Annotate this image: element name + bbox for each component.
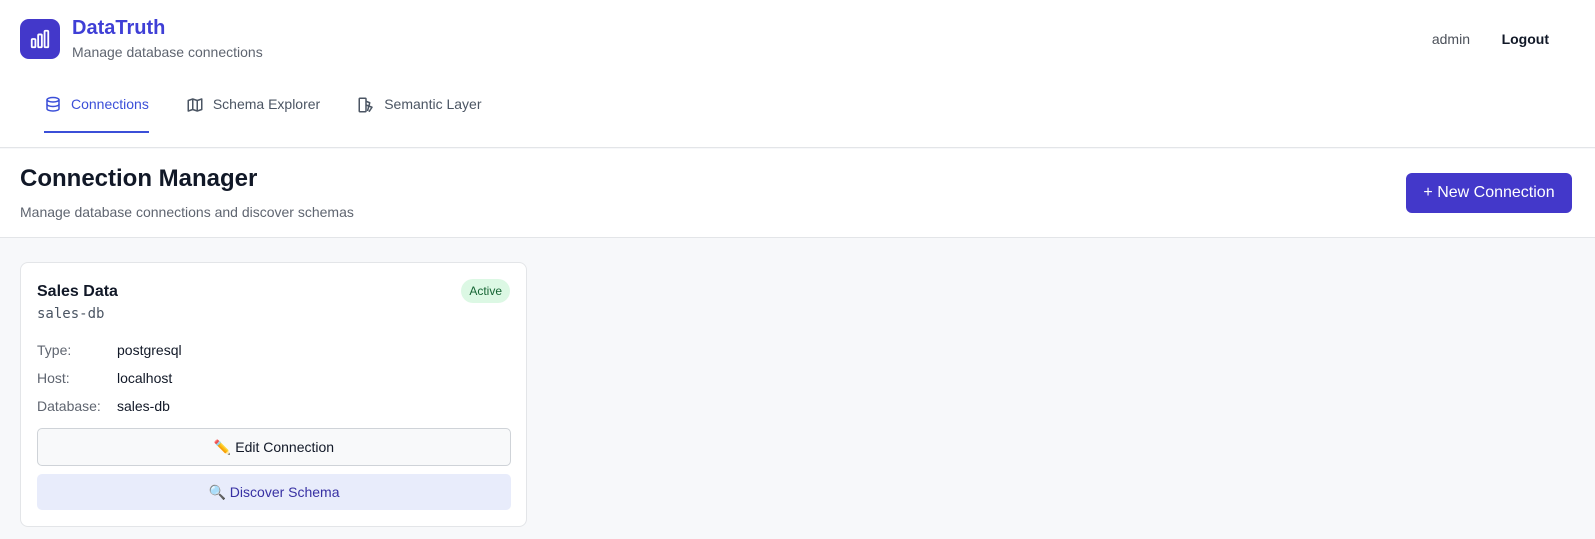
- new-connection-button[interactable]: + New Connection: [1406, 173, 1572, 213]
- connection-details: Type: postgresql Host: localhost Databas…: [37, 336, 182, 420]
- layers-icon: [358, 97, 373, 113]
- page-title: Connection Manager: [20, 165, 258, 192]
- edit-connection-button[interactable]: ✏️ Edit Connection: [37, 428, 511, 466]
- app-subtitle: Manage database connections: [72, 44, 263, 60]
- tab-schema-explorer[interactable]: Schema Explorer: [186, 86, 320, 133]
- connection-name: Sales Data: [37, 283, 118, 300]
- discover-schema-button[interactable]: 🔍 Discover Schema: [37, 474, 511, 510]
- app-logo: [20, 19, 60, 59]
- tab-label: Semantic Layer: [384, 96, 482, 112]
- tab-connections[interactable]: Connections: [44, 86, 149, 133]
- detail-row-type: Type: postgresql: [37, 336, 182, 364]
- top-bar: DataTruth Manage database connections ad…: [0, 0, 1595, 148]
- tab-semantic-layer[interactable]: Semantic Layer: [357, 86, 482, 133]
- map-icon: [187, 98, 203, 112]
- logout-button[interactable]: Logout: [1492, 24, 1559, 54]
- page-subtitle: Manage database connections and discover…: [20, 204, 354, 220]
- connection-card: Sales Data sales-db Active Type: postgre…: [20, 262, 527, 527]
- tab-label: Connections: [71, 96, 149, 112]
- status-badge: Active: [461, 279, 510, 303]
- nav-tabs: Connections Schema Explorer Semantic Lay…: [44, 86, 519, 133]
- app-title: DataTruth: [72, 17, 166, 39]
- bar-chart-icon: [30, 29, 50, 49]
- username: admin: [1431, 31, 1470, 47]
- detail-label: Database:: [37, 398, 101, 414]
- detail-label: Type:: [37, 342, 72, 358]
- connection-id: sales-db: [37, 306, 105, 322]
- detail-row-database: Database: sales-db: [37, 392, 182, 420]
- detail-value: postgresql: [117, 342, 182, 358]
- detail-row-host: Host: localhost: [37, 364, 182, 392]
- tab-label: Schema Explorer: [212, 96, 321, 112]
- page-header: Connection Manager Manage database conne…: [0, 149, 1595, 238]
- detail-value: sales-db: [117, 398, 170, 414]
- database-icon: [46, 96, 60, 112]
- detail-value: localhost: [117, 370, 173, 386]
- detail-label: Host:: [37, 370, 70, 386]
